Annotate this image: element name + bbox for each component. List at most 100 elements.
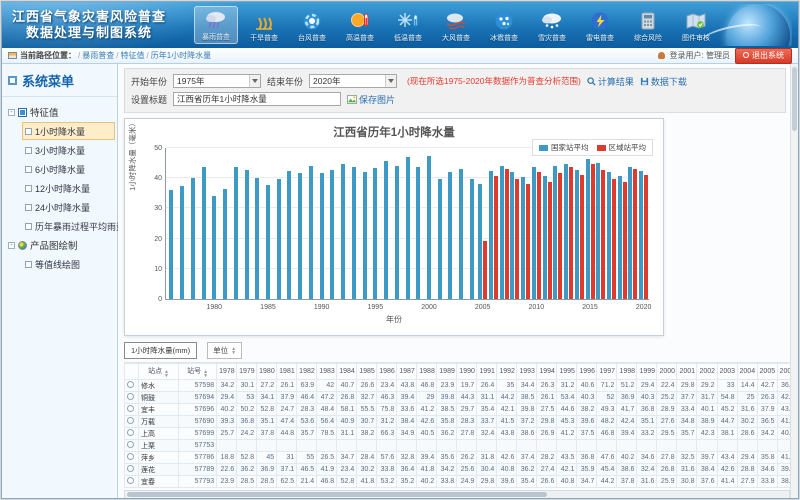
radio-icon[interactable] [127, 453, 134, 460]
breadcrumb-part[interactable]: 暴雨普查 [82, 51, 114, 60]
year-column-header[interactable]: 1979 [237, 364, 257, 380]
radio-icon[interactable] [127, 429, 134, 436]
year-column-header[interactable]: 1999 [637, 364, 657, 380]
radio-icon[interactable] [127, 381, 134, 388]
checkbox-icon[interactable] [25, 147, 32, 154]
year-column-header[interactable]: 1997 [597, 364, 617, 380]
collapse-icon[interactable]: - [8, 109, 15, 116]
radio-icon[interactable] [127, 441, 134, 448]
checkbox-icon[interactable] [25, 166, 32, 173]
toolbar-item-high-temp[interactable]: 高温普查 [338, 8, 382, 44]
year-column-header[interactable]: 1993 [517, 364, 537, 380]
checkbox-icon[interactable] [25, 223, 32, 230]
station-id-column-header[interactable]: 站号 ▲▼ [179, 364, 217, 380]
radio-icon[interactable] [127, 465, 134, 472]
toolbar-item-hail[interactable]: 冰雹普查 [482, 8, 526, 44]
station-column-header[interactable]: 站点 ▲▼ [139, 364, 179, 380]
year-column-header[interactable]: 1998 [617, 364, 637, 380]
breadcrumb-part[interactable]: 历年1小时降水量 [151, 51, 211, 60]
table-row[interactable]: 修水5759834.230.127.226.163.94240.726.623.… [125, 380, 791, 392]
scrollbar-thumb[interactable] [127, 492, 547, 497]
table-row[interactable]: 上栗57753 [125, 440, 791, 452]
table-row[interactable]: 宜丰5769640.250.252.824.728.348.458.155.57… [125, 404, 791, 416]
vertical-scrollbar[interactable] [790, 64, 798, 499]
chart-title-input[interactable] [173, 92, 341, 106]
year-column-header[interactable]: 1990 [457, 364, 477, 380]
year-column-header[interactable]: 1982 [297, 364, 317, 380]
tree-item-3小时降水量[interactable]: 3小时降水量 [22, 141, 115, 159]
year-column-header[interactable]: 2004 [737, 364, 757, 380]
table-scroll-container[interactable]: 站点 ▲▼ 站号 ▲▼ 1978197919801981198219831984… [124, 362, 790, 488]
year-column-header[interactable]: 1995 [557, 364, 577, 380]
horizontal-scrollbar[interactable] [124, 490, 790, 499]
checkbox-icon[interactable] [25, 185, 32, 192]
tree-item-历年暴雨过程平均雨量[interactable]: 历年暴雨过程平均雨量 [22, 217, 115, 235]
toolbar-item-typhoon[interactable]: 台风普查 [290, 8, 334, 44]
year-column-header[interactable]: 1989 [437, 364, 457, 380]
collapse-icon[interactable]: - [8, 242, 15, 249]
tree-item-24小时降水量[interactable]: 24小时降水量 [22, 198, 115, 216]
row-select-cell[interactable] [125, 416, 139, 428]
year-column-header[interactable]: 1988 [417, 364, 437, 380]
tree-group-产品图绘制[interactable]: -产品图绘制 [8, 236, 115, 254]
tree-item-6小时降水量[interactable]: 6小时降水量 [22, 160, 115, 178]
year-column-header[interactable]: 2002 [697, 364, 717, 380]
tree-item-等值线绘图[interactable]: 等值线绘图 [22, 255, 115, 273]
row-select-cell[interactable] [125, 428, 139, 440]
year-column-header[interactable]: 1984 [337, 364, 357, 380]
table-row[interactable]: 宜春5779323.928.528.562.521.446.852.841.85… [125, 476, 791, 488]
year-column-header[interactable]: 1986 [377, 364, 397, 380]
tree-item-12小时降水量[interactable]: 12小时降水量 [22, 179, 115, 197]
year-column-header[interactable]: 1991 [477, 364, 497, 380]
radio-icon[interactable] [127, 417, 134, 424]
scrollbar-thumb[interactable] [792, 67, 797, 131]
row-select-cell[interactable] [125, 380, 139, 392]
toolbar-item-lightning[interactable]: 雷电普查 [578, 8, 622, 44]
row-select-cell[interactable] [125, 404, 139, 416]
year-column-header[interactable]: 1978 [217, 364, 237, 380]
table-row[interactable]: 上高5769925.724.237.844.835.778.531.138.26… [125, 428, 791, 440]
download-button[interactable]: 数据下载 [640, 75, 687, 88]
start-year-select[interactable]: 1975年 [173, 74, 261, 88]
radio-icon[interactable] [127, 405, 134, 412]
year-column-header[interactable]: 1980 [257, 364, 277, 380]
row-select-cell[interactable] [125, 464, 139, 476]
toolbar-item-drought[interactable]: 干旱普查 [242, 8, 286, 44]
table-row[interactable]: 莲花5778922.636.236.937.146.541.923.430.23… [125, 464, 791, 476]
breadcrumb-part[interactable]: 特征值 [120, 51, 144, 60]
year-column-header[interactable]: 2006 [777, 364, 790, 380]
table-row[interactable]: 万载5769039.336.835.147.453.656.440.930.73… [125, 416, 791, 428]
year-column-header[interactable]: 1992 [497, 364, 517, 380]
save-image-button[interactable]: 保存图片 [347, 93, 395, 106]
calculate-button[interactable]: 计算结果 [587, 75, 634, 88]
radio-icon[interactable] [127, 393, 134, 400]
unit-filter[interactable]: 单位 ▲▼ [207, 342, 242, 359]
year-column-header[interactable]: 1983 [317, 364, 337, 380]
year-column-header[interactable]: 2001 [677, 364, 697, 380]
year-column-header[interactable]: 2003 [717, 364, 737, 380]
toolbar-item-low-temp[interactable]: 低温普查 [386, 8, 430, 44]
checkbox-icon[interactable] [25, 128, 32, 135]
toolbar-item-calculator[interactable]: 综合风险 [626, 8, 670, 44]
year-column-header[interactable]: 1981 [277, 364, 297, 380]
radio-icon[interactable] [127, 477, 134, 484]
year-column-header[interactable]: 2005 [757, 364, 777, 380]
checkbox-icon[interactable] [25, 261, 32, 268]
row-select-cell[interactable] [125, 476, 139, 488]
unit-button[interactable]: 1小时降水量(mm) [124, 342, 197, 359]
table-row[interactable]: 萍乡5778618.852.845315526.534.728.457.632.… [125, 452, 791, 464]
year-column-header[interactable]: 1996 [577, 364, 597, 380]
tree-item-1小时降水量[interactable]: 1小时降水量 [22, 122, 115, 140]
toolbar-item-wind[interactable]: 大风普查 [434, 8, 478, 44]
toolbar-item-rainstorm[interactable]: 暴雨普查 [194, 6, 238, 44]
year-column-header[interactable]: 1985 [357, 364, 377, 380]
year-column-header[interactable]: 1994 [537, 364, 557, 380]
toolbar-item-snow[interactable]: 雪灾普查 [530, 8, 574, 44]
tree-group-特征值[interactable]: -特征值 [8, 103, 115, 121]
row-select-cell[interactable] [125, 392, 139, 404]
end-year-select[interactable]: 2020年 [309, 74, 397, 88]
table-row[interactable]: 铜鼓5769429.45334.137.946.447.226.832.746.… [125, 392, 791, 404]
checkbox-icon[interactable] [25, 204, 32, 211]
row-select-cell[interactable] [125, 440, 139, 452]
logout-button[interactable]: 退出系统 [735, 48, 792, 64]
